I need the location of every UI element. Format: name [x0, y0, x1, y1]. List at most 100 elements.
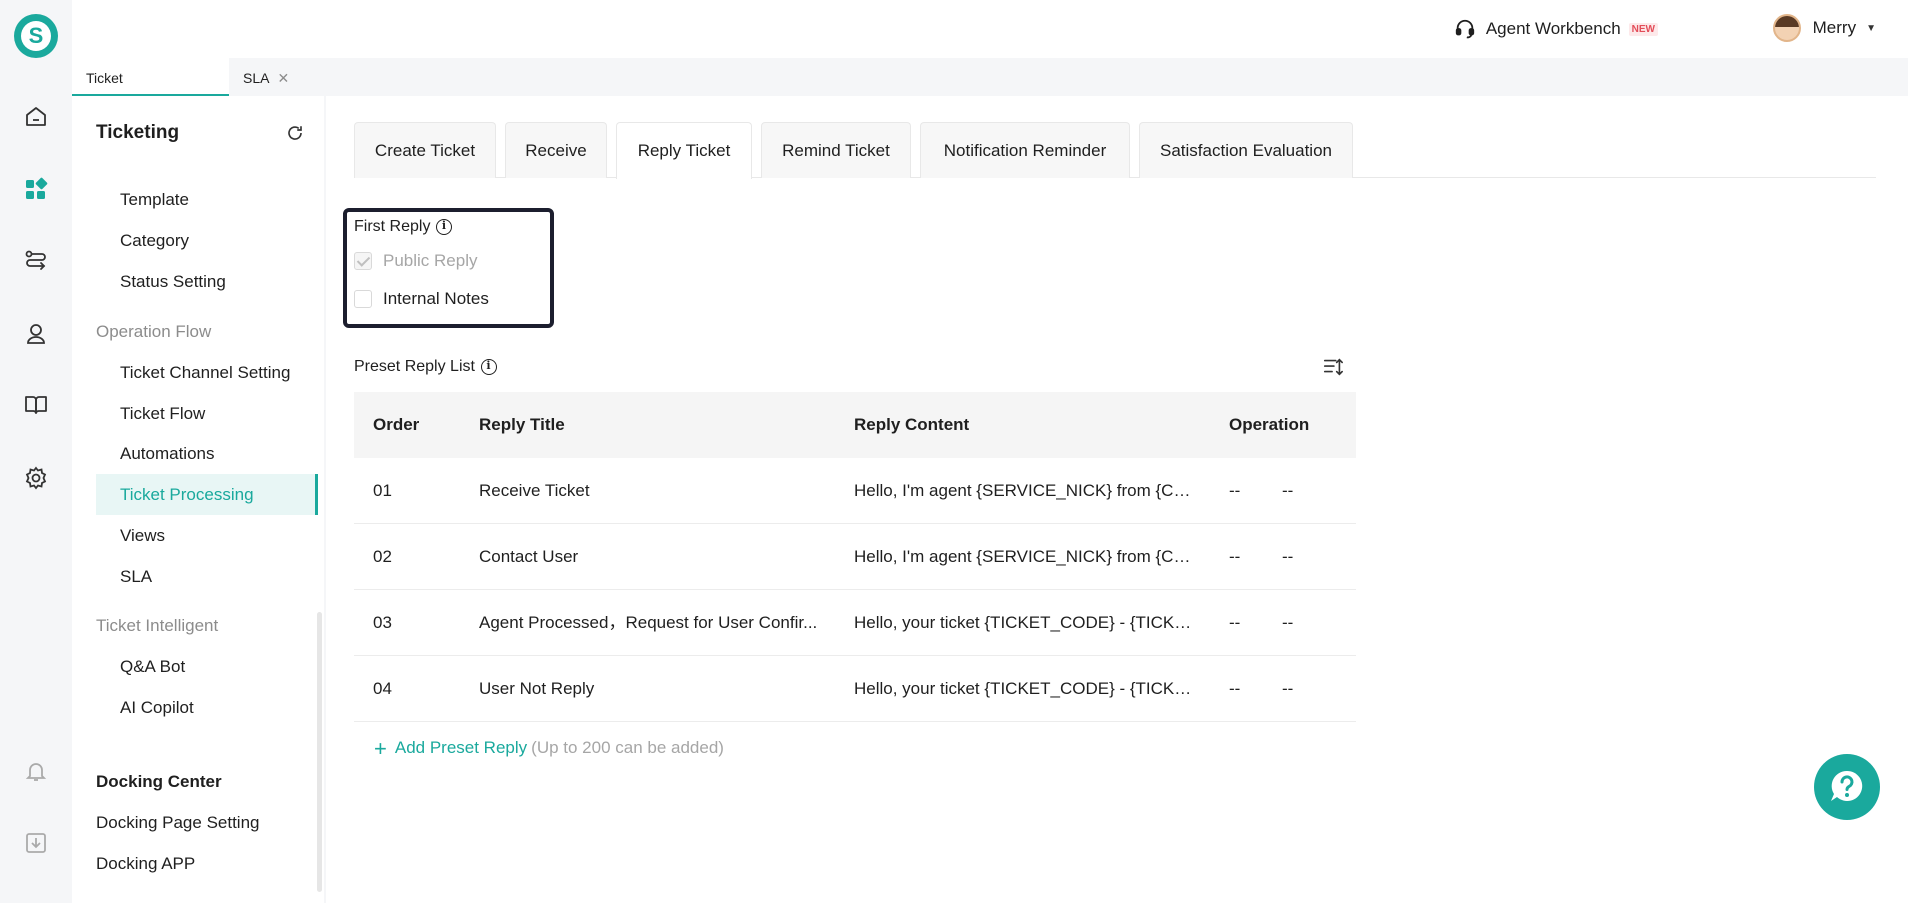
sidebar-item-views[interactable]: Views: [120, 526, 165, 546]
avatar: [1772, 14, 1801, 42]
row-reply-content: Hello, your ticket {TICKET_CODE} - {TICK…: [854, 613, 1194, 632]
sidebar-item-template[interactable]: Template: [120, 190, 189, 210]
tab-reply-ticket[interactable]: Reply Ticket: [616, 122, 752, 179]
main-content: Create Ticket Receive Reply Ticket Remin…: [326, 96, 1908, 903]
add-preset-reply-label: Add Preset Reply: [394, 738, 528, 757]
sidebar-group-operation-flow[interactable]: Operation Flow: [96, 322, 211, 342]
secondary-sidebar: Ticketing Template Category Status Setti…: [72, 96, 324, 903]
agent-workbench-label: Agent Workbench: [1485, 19, 1621, 38]
tab-satisfaction-evaluation[interactable]: Satisfaction Evaluation: [1139, 122, 1353, 178]
icon-rail: S: [0, 0, 72, 903]
row-operation-1: --: [1229, 679, 1241, 698]
help-chat-icon: [1831, 770, 1863, 801]
column-header-reply-title: Reply Title: [479, 415, 565, 434]
row-operation-2: --: [1282, 613, 1294, 632]
sidebar-item-docking-app[interactable]: Docking APP: [96, 854, 195, 874]
help-button[interactable]: [1814, 754, 1880, 820]
column-settings-icon[interactable]: [1322, 356, 1344, 378]
internal-notes-option[interactable]: Internal Notes: [354, 289, 489, 309]
sidebar-item-docking-page-setting[interactable]: Docking Page Setting: [96, 813, 260, 833]
table-row[interactable]: 02 Contact User Hello, I'm agent {SERVIC…: [354, 524, 1356, 590]
table-row[interactable]: 04 User Not Reply Hello, your ticket {TI…: [354, 656, 1356, 722]
column-header-operation: Operation: [1229, 415, 1310, 434]
preset-reply-list-title: Preset Reply List: [354, 358, 497, 376]
apps-icon[interactable]: [24, 177, 48, 201]
sidebar-group-docking-center[interactable]: Docking Center: [96, 772, 222, 792]
sidebar-title: Ticketing: [96, 122, 180, 143]
row-reply-content: Hello, your ticket {TICKET_CODE} - {TICK…: [854, 679, 1194, 698]
user-menu[interactable]: Merry ▼: [1772, 14, 1876, 42]
add-preset-reply-hint: (Up to 200 can be added): [531, 738, 724, 757]
book-icon[interactable]: [24, 393, 48, 417]
row-reply-title: Contact User: [479, 547, 579, 566]
table-header: Order Reply Title Reply Content Operatio…: [354, 392, 1356, 458]
public-reply-option: Public Reply: [354, 251, 478, 271]
user-name: Merry: [1812, 18, 1857, 37]
refresh-icon[interactable]: [286, 124, 304, 142]
preset-reply-table: Order Reply Title Reply Content Operatio…: [354, 392, 1356, 722]
row-operation-1: --: [1229, 481, 1241, 500]
row-order: 01: [373, 481, 392, 500]
info-icon[interactable]: [480, 359, 497, 375]
row-reply-content: Hello, I'm agent {SERVICE_NICK} from {CO…: [854, 547, 1194, 566]
content-tabs: Create Ticket Receive Reply Ticket Remin…: [354, 122, 1876, 179]
tab-notification-reminder[interactable]: Notification Reminder: [920, 122, 1130, 178]
sidebar-scrollbar[interactable]: [317, 612, 322, 892]
row-reply-title: User Not Reply: [479, 679, 595, 698]
page-tab-strip: Ticket Processing✕ SLA ✕: [72, 58, 1908, 126]
chevron-down-icon: ▼: [1866, 22, 1876, 34]
row-order: 04: [373, 679, 392, 698]
tab-create-ticket[interactable]: Create Ticket: [354, 122, 496, 178]
add-preset-reply-button[interactable]: + Add Preset Reply (Up to 200 can be add…: [374, 735, 724, 761]
sidebar-item-sla[interactable]: SLA: [120, 567, 152, 587]
download-icon[interactable]: [24, 831, 48, 855]
row-operation-2: --: [1282, 547, 1294, 566]
sidebar-item-category[interactable]: Category: [120, 231, 189, 251]
row-operation-2: --: [1282, 679, 1294, 698]
gear-icon[interactable]: [24, 466, 48, 490]
app-logo[interactable]: S: [14, 14, 58, 58]
sidebar-item-ticket-processing[interactable]: Ticket Processing: [120, 485, 254, 505]
sidebar-item-ai-copilot[interactable]: AI Copilot: [120, 698, 194, 718]
public-reply-checkbox: [354, 252, 372, 270]
preset-reply-list-label: Preset Reply List: [354, 358, 475, 375]
tab-sla[interactable]: SLA ✕: [229, 58, 303, 96]
sidebar-item-ticket-channel-setting[interactable]: Ticket Channel Setting: [120, 363, 290, 383]
column-header-order: Order: [373, 415, 420, 434]
home-icon[interactable]: [24, 105, 48, 129]
table-row[interactable]: 01 Receive Ticket Hello, I'm agent {SERV…: [354, 458, 1356, 524]
row-order: 02: [373, 547, 392, 566]
plus-icon: +: [374, 735, 387, 761]
first-reply-title: First Reply: [354, 218, 453, 236]
row-order: 03: [373, 613, 392, 632]
route-icon[interactable]: [24, 249, 48, 273]
row-operation-2: --: [1282, 481, 1294, 500]
users-icon[interactable]: [24, 322, 48, 346]
tab-ticket-processing[interactable]: Ticket Processing✕: [72, 58, 229, 126]
row-reply-title: Receive Ticket: [479, 481, 590, 500]
internal-notes-checkbox[interactable]: [354, 290, 372, 308]
sidebar-item-status-setting[interactable]: Status Setting: [120, 272, 226, 292]
agent-workbench-link[interactable]: Agent Workbench NEW: [1454, 18, 1658, 40]
row-operation-1: --: [1229, 613, 1241, 632]
close-icon[interactable]: ✕: [277, 70, 289, 86]
sidebar-group-ticket-intelligent[interactable]: Ticket Intelligent: [96, 616, 218, 636]
bell-icon[interactable]: [24, 759, 48, 783]
headset-icon: [1455, 19, 1474, 39]
public-reply-label: Public Reply: [383, 251, 478, 270]
tab-label: SLA: [243, 70, 270, 86]
first-reply-label: First Reply: [354, 218, 431, 235]
sidebar-item-automations[interactable]: Automations: [120, 444, 215, 464]
sidebar-item-qa-bot[interactable]: Q&A Bot: [120, 657, 185, 677]
row-reply-content: Hello, I'm agent {SERVICE_NICK} from {CO…: [854, 481, 1194, 500]
row-reply-title: Agent Processed，Request for User Confir.…: [479, 613, 818, 632]
internal-notes-label: Internal Notes: [383, 289, 489, 308]
info-icon[interactable]: [436, 219, 453, 235]
new-badge: NEW: [1628, 22, 1658, 36]
table-row[interactable]: 03 Agent Processed，Request for User Conf…: [354, 590, 1356, 656]
tab-remind-ticket[interactable]: Remind Ticket: [761, 122, 911, 178]
column-header-reply-content: Reply Content: [854, 415, 970, 434]
top-bar: Agent Workbench NEW Merry ▼: [72, 0, 1908, 58]
sidebar-item-ticket-flow[interactable]: Ticket Flow: [120, 404, 205, 424]
tab-receive[interactable]: Receive: [505, 122, 607, 178]
